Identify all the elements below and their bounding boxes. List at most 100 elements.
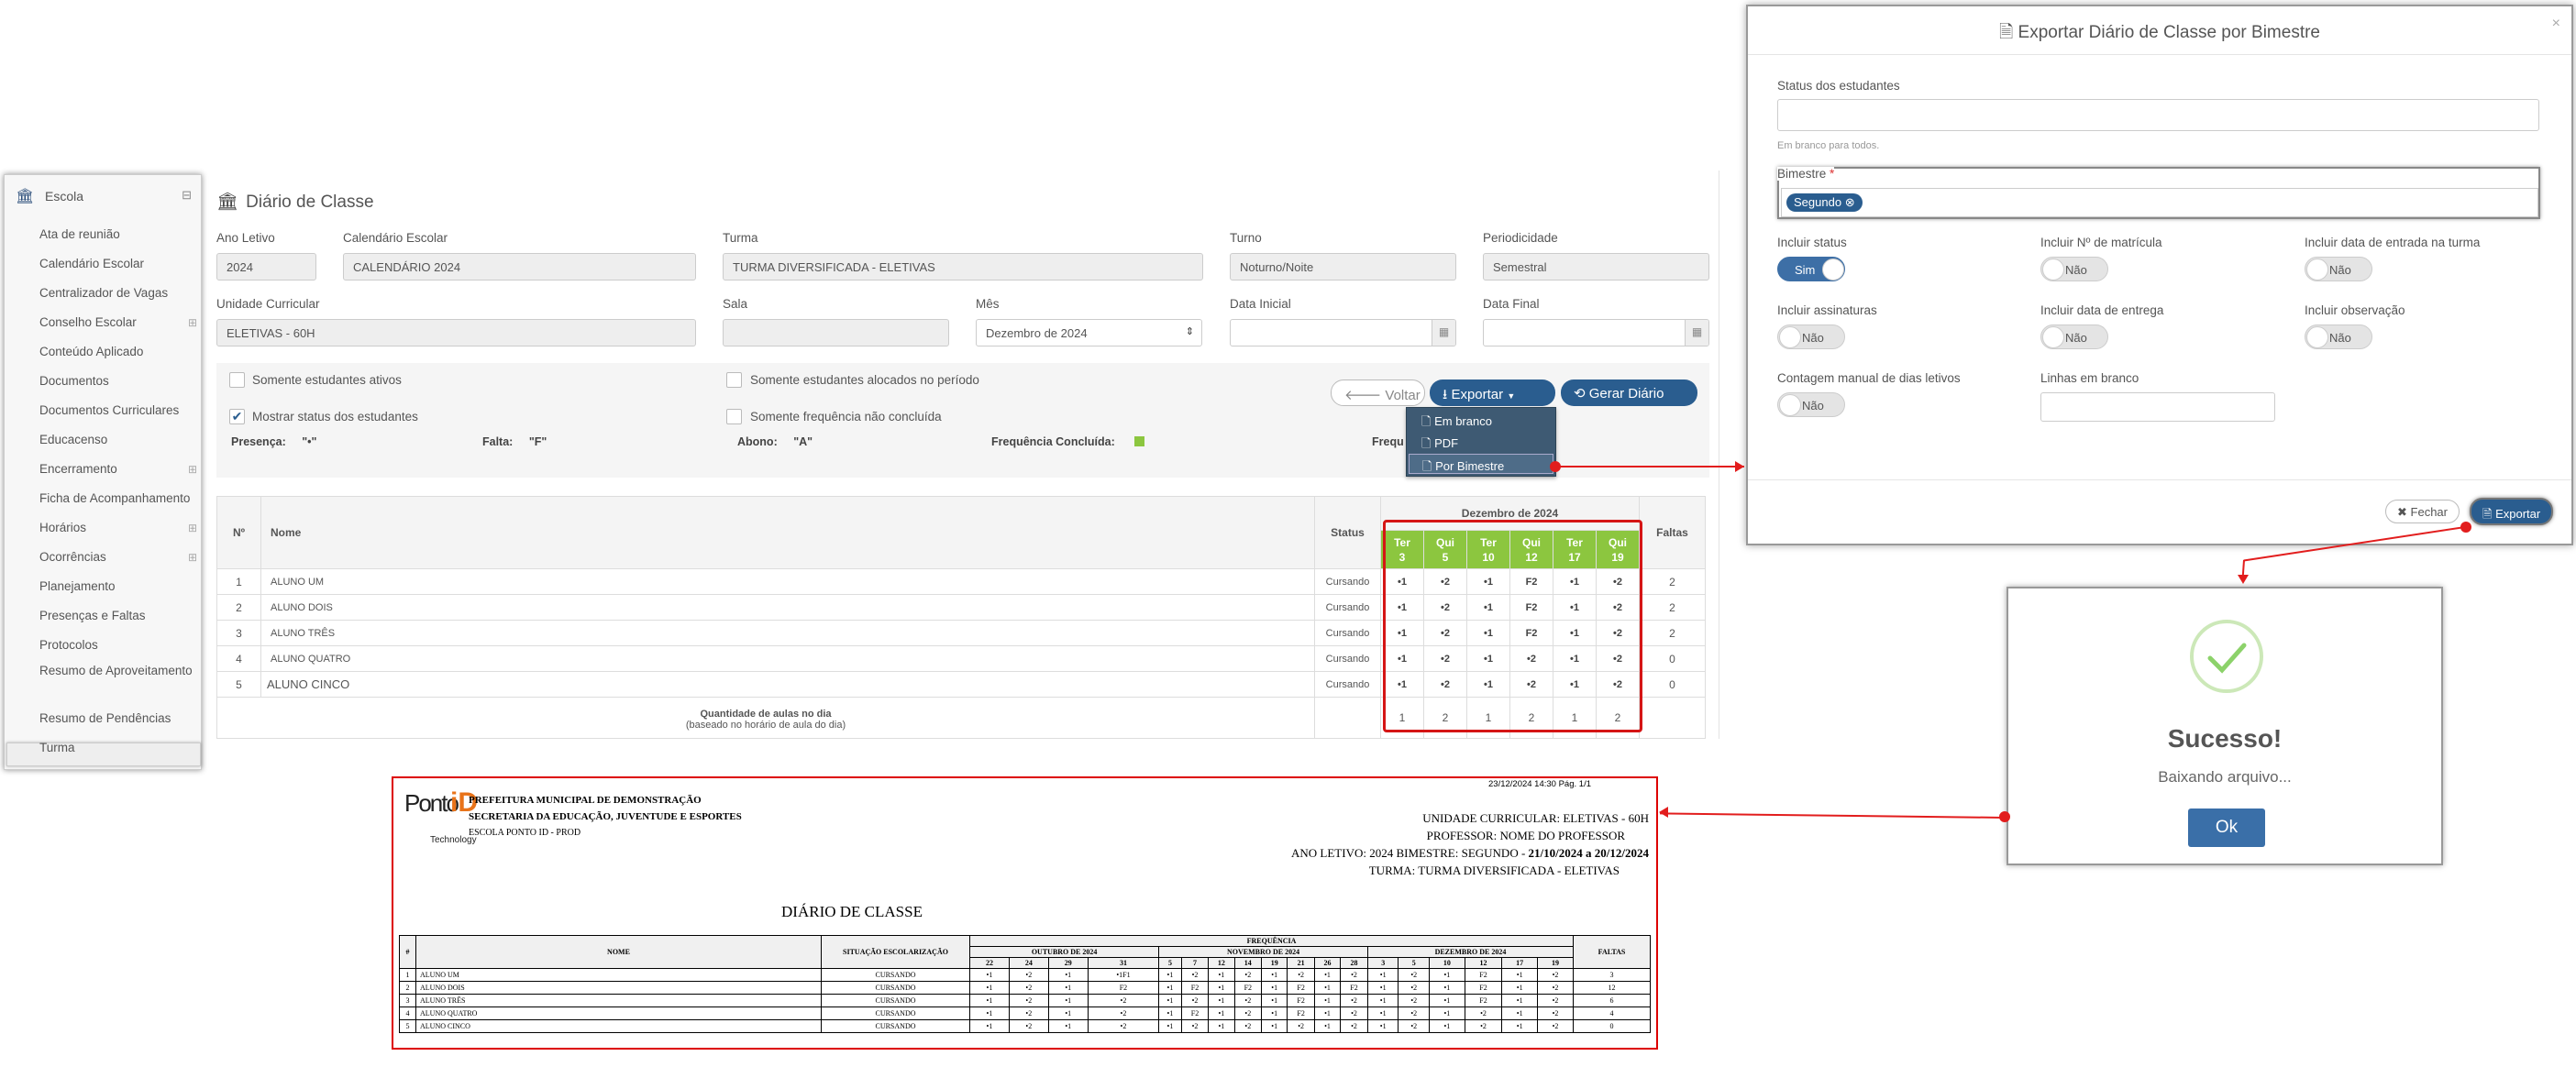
pdf-attendance-cell: •2 bbox=[1464, 1019, 1503, 1033]
alocados-label: Somente estudantes alocados no período bbox=[750, 373, 979, 387]
export-menu-item-pdf[interactable]: 🗋 PDF bbox=[1409, 432, 1553, 452]
linhas-branco-input[interactable] bbox=[2040, 392, 2275, 422]
export-menu-item-em-branco[interactable]: 🗋 Em branco bbox=[1409, 410, 1553, 430]
pdf-row-situacao: CURSANDO bbox=[821, 1006, 970, 1020]
sidebar-item-documentos[interactable]: Documentos bbox=[39, 373, 197, 390]
remove-tag-icon[interactable]: ⊗ bbox=[1845, 195, 1855, 209]
sidebar-item-calendario-escolar[interactable]: Calendário Escolar bbox=[39, 256, 197, 272]
calendar-icon[interactable]: ▦ bbox=[1685, 320, 1708, 346]
sidebar-item-label: Resumo de Pendências bbox=[39, 711, 171, 725]
sala-field[interactable] bbox=[723, 319, 949, 346]
pdf-attendance-cell: •1 bbox=[1429, 1019, 1465, 1033]
pdf-attendance-cell: •2 bbox=[1233, 968, 1263, 982]
toggle-incluir-data-de-entrada-na-turma[interactable]: Não bbox=[2305, 257, 2372, 281]
sidebar-item-resumo-de-pendencias[interactable]: Resumo de Pendências bbox=[39, 710, 197, 727]
status-estudantes-input[interactable] bbox=[1777, 99, 2539, 131]
pdf-col-situacao: SITUAÇÃO ESCOLARIZAÇÃO bbox=[821, 935, 970, 969]
sidebar-item-resumo-de-aproveitamento[interactable]: Resumo de Aproveitamento bbox=[39, 663, 197, 679]
expand-icon[interactable]: ⊞ bbox=[188, 461, 197, 478]
sidebar-item-educacenso[interactable]: Educacenso bbox=[39, 432, 197, 448]
legend-abono-label: Abono: bbox=[737, 435, 778, 448]
sidebar-item-planejamento[interactable]: Planejamento bbox=[39, 578, 197, 595]
pdf-month: NOVEMBRO DE 2024 bbox=[1158, 946, 1368, 958]
pdf-attendance-cell: •1 bbox=[1313, 981, 1342, 995]
option-label-incluir-data-de-entrega: Incluir data de entrega bbox=[2040, 303, 2164, 317]
ok-button[interactable]: Ok bbox=[2188, 808, 2265, 847]
exportar-dropdown-button[interactable]: ⭳ Exportar ▼ bbox=[1430, 380, 1555, 406]
periodicidade-field[interactable]: Semestral bbox=[1483, 253, 1709, 280]
turno-field[interactable]: Noturno/Noite bbox=[1230, 253, 1456, 280]
sidebar-item-turma[interactable]: Turma bbox=[39, 740, 197, 756]
bimestre-select[interactable]: Segundo ⊗ bbox=[1781, 188, 2538, 217]
pdf-attendance-cell: •2 bbox=[1537, 981, 1574, 995]
gerar-diario-button[interactable]: ⟲ Gerar Diário bbox=[1561, 380, 1697, 406]
mes-select[interactable]: Dezembro de 2024 ⇕ bbox=[976, 319, 1202, 346]
row-status: Cursando bbox=[1314, 568, 1381, 595]
voltar-button[interactable]: 🡐 Voltar bbox=[1331, 380, 1425, 406]
sidebar-item-ata-de-reuniao[interactable]: Ata de reunião bbox=[39, 226, 197, 243]
arrow-head bbox=[1735, 461, 1744, 472]
pdf-attendance-cell: •1 bbox=[1366, 981, 1399, 995]
calendar-icon[interactable]: ▦ bbox=[1432, 320, 1455, 346]
linhas-branco-label: Linhas em branco bbox=[2040, 371, 2139, 385]
toggle-incluir-data-de-entrega[interactable]: Não bbox=[2040, 324, 2108, 349]
exportar-button[interactable]: 🗎 Exportar bbox=[2470, 498, 2554, 525]
ano-letivo-field[interactable]: 2024 bbox=[216, 253, 316, 280]
pdf-attendance-cell: F2 bbox=[1287, 981, 1315, 995]
row-status: Cursando bbox=[1314, 594, 1381, 621]
pdf-month: DEZEMBRO DE 2024 bbox=[1366, 946, 1575, 958]
sidebar-item-ocorrencias[interactable]: Ocorrências ⊞ bbox=[39, 549, 197, 566]
sidebar-item-conteudo-aplicado[interactable]: Conteúdo Aplicado bbox=[39, 344, 197, 360]
bimestre-tag[interactable]: Segundo ⊗ bbox=[1786, 193, 1863, 212]
toggle-contagem-manual-de-dias-letivos[interactable]: Não bbox=[1777, 392, 1845, 417]
fechar-button[interactable]: ✖ Fechar bbox=[2385, 500, 2460, 523]
sidebar-item-label: Presenças e Faltas bbox=[39, 609, 146, 622]
close-icon[interactable]: × bbox=[2552, 16, 2560, 32]
toggle-incluir-observacao[interactable]: Não bbox=[2305, 324, 2372, 349]
toggle-knob bbox=[1779, 394, 1801, 416]
pdf-row-num: 5 bbox=[399, 1019, 416, 1033]
expand-icon[interactable]: ⊞ bbox=[188, 314, 197, 331]
export-menu-item-por-bimestre[interactable]: 🗋 Por Bimestre bbox=[1409, 454, 1553, 474]
sidebar-item-horarios[interactable]: Horários ⊞ bbox=[39, 520, 197, 536]
sidebar-item-centralizador-de-vagas[interactable]: Centralizador de Vagas bbox=[39, 285, 197, 302]
toggle-incluir-status[interactable]: Sim bbox=[1777, 257, 1845, 281]
mostrar-status-checkbox[interactable]: ✔ bbox=[229, 409, 245, 424]
turma-field[interactable]: TURMA DIVERSIFICADA - ELETIVAS bbox=[723, 253, 1203, 280]
expand-icon[interactable]: ⊞ bbox=[188, 549, 197, 566]
pdf-attendance-cell: F2 bbox=[1464, 994, 1503, 1007]
sidebar-item-protocolos[interactable]: Protocolos bbox=[39, 637, 197, 654]
expand-icon[interactable]: ⊞ bbox=[188, 520, 197, 536]
collapse-icon[interactable]: ⊟ bbox=[182, 188, 192, 203]
data-inicial-field[interactable]: ▦ bbox=[1230, 319, 1456, 346]
calendario-field[interactable]: CALENDÁRIO 2024 bbox=[343, 253, 696, 280]
pdf-row-situacao: CURSANDO bbox=[821, 968, 970, 982]
pdf-attendance-cell: F2 bbox=[1464, 968, 1503, 982]
label-turma: Turma bbox=[723, 231, 758, 245]
toggle-value: Não bbox=[2065, 331, 2087, 345]
pdf-attendance-cell: •2 bbox=[1537, 994, 1574, 1007]
unidade-field[interactable]: ELETIVAS - 60H bbox=[216, 319, 696, 346]
sidebar-section-escola[interactable]: 🏛 Escola ⊟ bbox=[12, 186, 195, 208]
nao-concluida-checkbox[interactable] bbox=[726, 409, 742, 424]
sidebar-item-encerramento[interactable]: Encerramento ⊞ bbox=[39, 461, 197, 478]
sidebar-item-presencas-e-faltas[interactable]: Presenças e Faltas bbox=[39, 608, 197, 624]
status-estudantes-label: Status dos estudantes bbox=[1777, 79, 1900, 93]
col-status: Status bbox=[1314, 496, 1381, 569]
pdf-day: 28 bbox=[1340, 957, 1368, 969]
row-nome: ALUNO UM bbox=[260, 568, 1315, 595]
ativos-checkbox[interactable] bbox=[229, 372, 245, 388]
toggle-incluir-assinaturas[interactable]: Não bbox=[1777, 324, 1845, 349]
sidebar-item-ficha-de-acompanhamento[interactable]: Ficha de Acompanhamento bbox=[39, 490, 197, 507]
toggle-incluir-n-de-matricula[interactable]: Não bbox=[2040, 257, 2108, 281]
sidebar-item-documentos-curriculares[interactable]: Documentos Curriculares bbox=[39, 402, 197, 419]
pdf-attendance-cell: •1 bbox=[1429, 981, 1465, 995]
green-square-icon bbox=[1134, 436, 1145, 446]
toggle-value: Não bbox=[2329, 263, 2351, 277]
sidebar-item-conselho-escolar[interactable]: Conselho Escolar ⊞ bbox=[39, 314, 197, 331]
pdf-attendance-cell: •2 bbox=[1008, 981, 1049, 995]
alocados-checkbox[interactable] bbox=[726, 372, 742, 388]
pdf-attendance-cell: •1 bbox=[1261, 968, 1288, 982]
data-final-field[interactable]: ▦ bbox=[1483, 319, 1709, 346]
row-faltas: 0 bbox=[1639, 671, 1706, 698]
